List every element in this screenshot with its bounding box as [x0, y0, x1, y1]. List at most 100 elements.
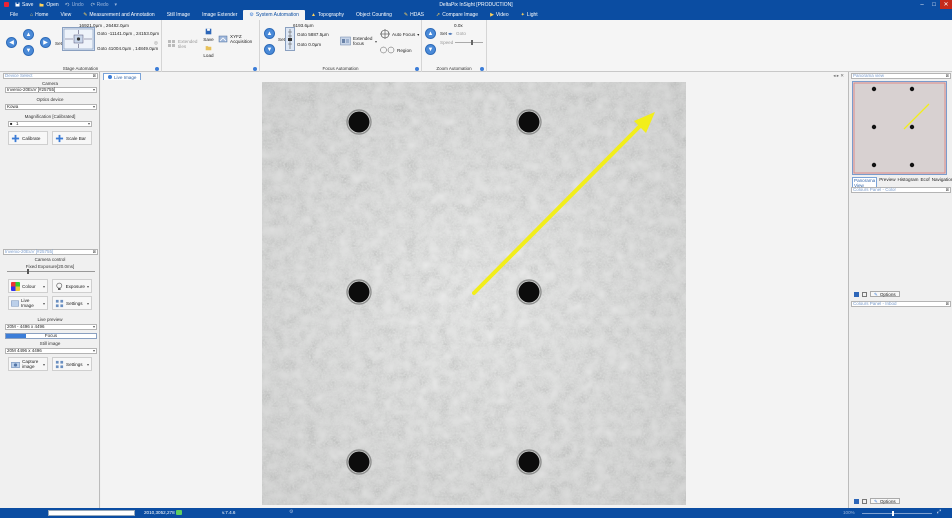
colour-label: Colour — [22, 283, 36, 289]
focus-goto-2[interactable]: Goto 0.0µm — [297, 42, 321, 47]
zoom-stepper-icon[interactable]: ◂▸ — [448, 31, 453, 37]
camera-select[interactable]: Invenio-20EuV [#25755] ▾ — [5, 87, 97, 93]
stage-map-button[interactable] — [62, 27, 95, 51]
panorama-thumbnail[interactable] — [852, 81, 947, 175]
colours-panel-input-2[interactable]: Colours Panel - Inbod ⊠ — [851, 301, 951, 307]
focus-set-label[interactable]: Set — [278, 37, 285, 42]
title-bar: DeltaPix InSight [PRODUCTION] Save Open … — [0, 0, 952, 9]
stage-goto-2[interactable]: Goto 41004.0µm , 14849.0µm — [97, 46, 158, 51]
camera-search-text: Invenio-20EuV [#25755] — [5, 249, 54, 254]
scale-bar-button[interactable]: Scale Bar — [52, 131, 92, 145]
options-button-2[interactable]: ✎ Options — [870, 498, 900, 504]
tab-video[interactable]: ▶ Video — [484, 10, 515, 20]
tab-hdas[interactable]: ✎ HDAS — [398, 10, 430, 20]
tab-home[interactable]: ⌂ Home — [24, 10, 54, 20]
maximize-icon[interactable]: □ — [928, 0, 940, 9]
stage-up-button[interactable]: ▲ — [23, 29, 34, 40]
minimize-icon[interactable]: – — [916, 0, 928, 9]
tab-system-automation[interactable]: ⚙ System Automation — [243, 10, 305, 20]
tab-measurement-and-annotation[interactable]: ✎ Measurement and Annotation — [77, 10, 161, 20]
live-image-view[interactable] — [262, 82, 686, 505]
focus-down-button[interactable]: ▼ — [264, 44, 275, 55]
auto-focus-button[interactable]: Auto Focus ▾ — [380, 29, 419, 39]
pin-icon[interactable]: ⊠ — [946, 188, 949, 192]
live-preview-select[interactable]: 20M - 4496 x 4496 ▾ — [5, 324, 97, 330]
stage-group-launcher-icon[interactable] — [155, 67, 159, 71]
auto-focus-dropdown-icon[interactable]: ▾ — [417, 32, 419, 37]
extended-focus-button[interactable]: Extended focus ▾ — [340, 36, 379, 46]
zoom-speed-thumb[interactable] — [471, 40, 473, 45]
copy-icon[interactable] — [862, 291, 867, 297]
stage-goto-1[interactable]: Goto -11141.0µm , 24153.0µm — [97, 31, 159, 36]
live-image-button[interactable]: Live Image ▾ — [8, 296, 48, 310]
tab-light[interactable]: ✦ Light — [515, 10, 544, 20]
device-search-input[interactable]: Device Select ⊠ — [3, 73, 98, 79]
stage-left-button[interactable]: ◀ — [6, 37, 17, 48]
calibrate-button[interactable]: Calibrate — [8, 131, 48, 145]
xyfz-acquisition-button[interactable]: XYFZ Acquisition — [218, 34, 254, 44]
quick-redo-button[interactable]: Redo — [90, 2, 109, 8]
zoom-group-launcher-icon[interactable] — [480, 67, 484, 71]
stage-set-label[interactable]: Set — [55, 41, 62, 46]
stage-right-button[interactable]: ▶ — [40, 37, 51, 48]
still-image-value: 20M 4496 x 4496 — [7, 348, 42, 353]
pin-icon[interactable]: ⊠ — [946, 302, 949, 306]
camera-search-input[interactable]: Invenio-20EuV [#25755] ⊠ — [3, 249, 98, 255]
tab-compare-image[interactable]: ➚ Compare Image — [430, 10, 484, 20]
capture-image-button[interactable]: Capture image ▾ — [8, 357, 48, 371]
tab-nav-arrows[interactable]: ◂ ▸ ✕ — [833, 73, 844, 79]
save-icon[interactable] — [854, 498, 859, 504]
live-image-tab[interactable]: Live Image — [103, 73, 142, 80]
exposure-slider-thumb[interactable] — [27, 269, 29, 274]
tab-still-image[interactable]: Still Image — [161, 10, 196, 20]
tab-file[interactable]: File — [4, 10, 24, 20]
stage-expand-icon[interactable]: ◎ — [154, 40, 158, 46]
colours-panel-input[interactable]: Colours Panel - Color ⊠ — [851, 187, 951, 193]
status-zoom-slider[interactable] — [862, 511, 932, 516]
status-input[interactable] — [48, 510, 135, 516]
options-button[interactable]: ✎ Options — [870, 291, 900, 297]
zoom-up-button[interactable]: ▲ — [425, 28, 436, 39]
fit-screen-icon[interactable]: ⤢ — [937, 509, 941, 515]
stage-down-button[interactable]: ▼ — [23, 45, 34, 56]
tab-view[interactable]: View — [54, 10, 77, 20]
automation-save-button[interactable]: Save — [202, 28, 215, 42]
zoom-set-label[interactable]: Set — [440, 31, 447, 36]
settings-button[interactable]: Settings ▾ — [52, 296, 92, 310]
extended-tiles-button[interactable]: Extended tiles — [168, 39, 198, 49]
colour-button[interactable]: Colour ▾ — [8, 279, 48, 293]
xyfz-group-launcher-icon[interactable] — [253, 67, 257, 71]
zoom-speed-slider[interactable] — [455, 40, 483, 45]
status-zoom-thumb[interactable] — [892, 511, 894, 516]
close-icon[interactable]: ✕ — [940, 0, 952, 9]
pin-icon[interactable]: ⊠ — [93, 250, 96, 254]
pin-icon[interactable]: ⊠ — [946, 74, 949, 78]
exposure-button[interactable]: Exposure ▾ — [52, 279, 92, 293]
quick-open-button[interactable]: Open — [39, 2, 59, 8]
exposure-slider[interactable] — [7, 269, 95, 274]
region-button[interactable]: Region — [380, 46, 412, 54]
status-gear-icon[interactable]: ⚙ — [289, 509, 293, 515]
focus-group-launcher-icon[interactable] — [415, 67, 419, 71]
automation-load-button[interactable]: Load — [202, 44, 215, 58]
magnification-select[interactable]: ■ 1 ▾ — [8, 121, 92, 127]
pin-icon[interactable]: ⊠ — [93, 74, 96, 78]
focus-scale-button[interactable] — [285, 27, 295, 51]
focus-goto-1[interactable]: Goto 5887.5µm — [297, 32, 329, 37]
quick-undo-button[interactable]: Undo — [64, 2, 84, 8]
still-settings-button[interactable]: Settings ▾ — [52, 357, 92, 371]
optics-select[interactable]: Kowa ▾ — [5, 104, 97, 110]
quick-access-dropdown-icon[interactable]: ▾ — [115, 2, 118, 8]
still-image-select[interactable]: 20M 4496 x 4496 ▾ — [5, 348, 97, 354]
panorama-search-input[interactable]: Panorama view ⊠ — [851, 73, 951, 79]
zoom-down-button[interactable]: ▼ — [425, 44, 436, 55]
tab-object-counting[interactable]: Object Counting — [350, 10, 398, 20]
copy-icon[interactable] — [862, 498, 867, 504]
quick-save-button[interactable]: Save — [15, 2, 33, 8]
extended-focus-dropdown-icon[interactable]: ▾ — [375, 39, 377, 44]
tab-topography[interactable]: ▲ Topography — [305, 10, 350, 20]
tab-image-extender[interactable]: Image Extender — [196, 10, 243, 20]
zoom-goto-label[interactable]: Goto — [456, 31, 466, 36]
focus-up-button[interactable]: ▲ — [264, 28, 275, 39]
save-icon[interactable] — [854, 291, 859, 297]
